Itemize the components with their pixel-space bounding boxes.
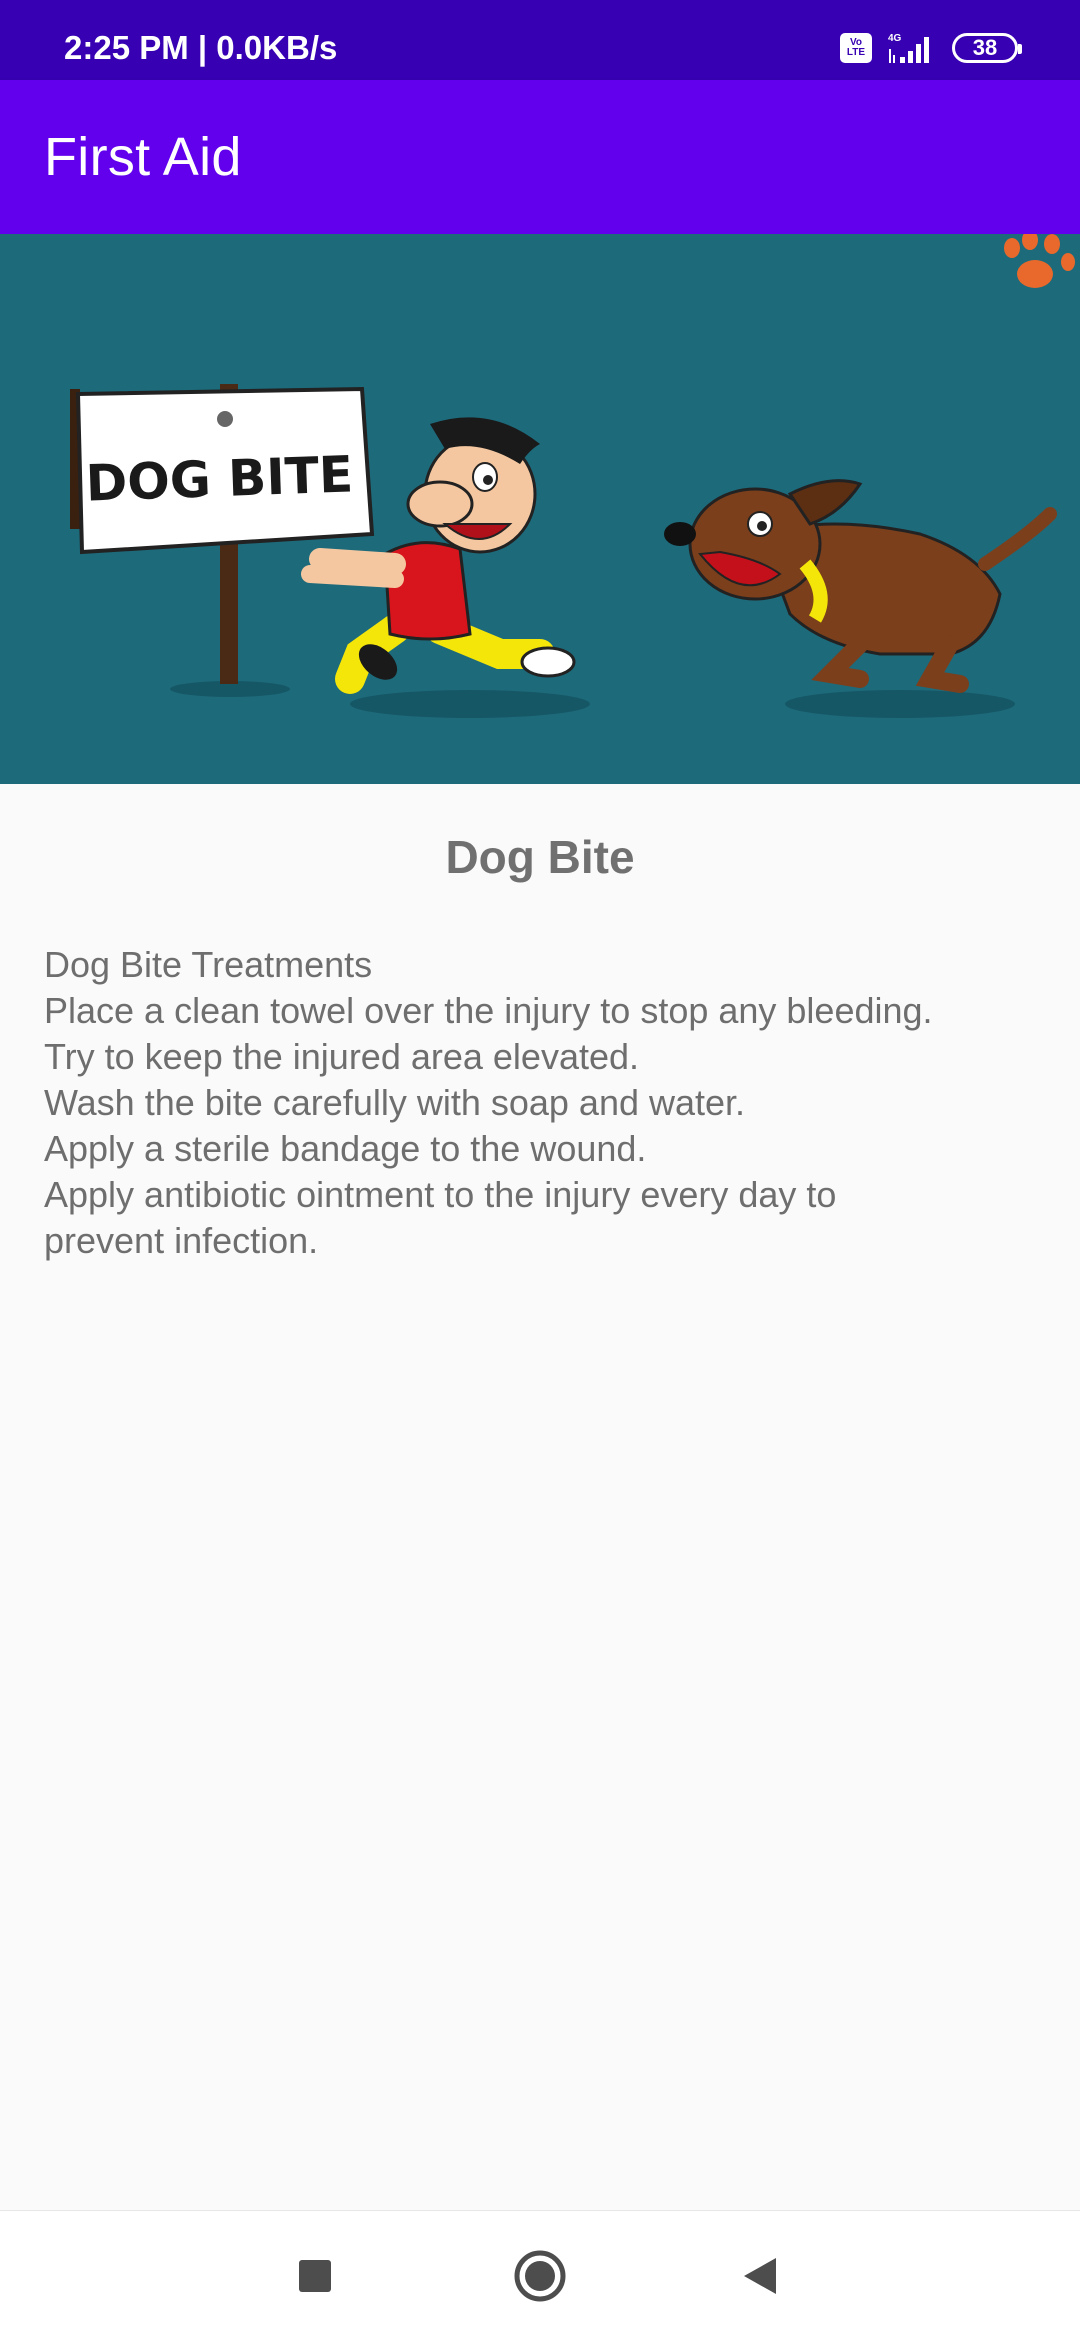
- status-bar: 2:25 PM | 0.0KB/s Vo LTE 4G 38: [0, 0, 1080, 80]
- article-line: Place a clean towel over the injury to s…: [44, 990, 933, 1031]
- system-nav-bar: [0, 2210, 1080, 2340]
- sign-text: DOG BITE: [85, 445, 354, 512]
- article-line: Try to keep the injured area elevated.: [44, 1036, 640, 1077]
- recent-apps-button[interactable]: [255, 2211, 375, 2340]
- dog-bite-illustration: DOG BITE: [0, 234, 1080, 784]
- network-type-label: 4G: [888, 33, 902, 44]
- article-body: Dog Bite Treatments Place a clean towel …: [44, 942, 1044, 1264]
- signal-icon: 4G: [886, 31, 938, 65]
- battery-icon: 38: [952, 33, 1022, 63]
- article-line: Apply a sterile bandage to the wound.: [44, 1128, 647, 1169]
- back-button[interactable]: [700, 2211, 820, 2340]
- article-line: Dog Bite Treatments: [44, 944, 373, 985]
- back-icon: [744, 2258, 776, 2294]
- app-title: First Aid: [44, 127, 242, 187]
- home-button[interactable]: [480, 2211, 600, 2340]
- battery-level: 38: [972, 35, 998, 60]
- status-icons: Vo LTE 4G 38: [840, 30, 1022, 66]
- recent-apps-icon: [299, 2260, 331, 2292]
- article-line: Wash the bite carefully with soap and wa…: [44, 1082, 746, 1123]
- hero-image: DOG BITE: [0, 234, 1080, 784]
- home-icon: [514, 2250, 566, 2302]
- volte-icon: Vo LTE: [840, 33, 872, 63]
- article-line: Apply antibiotic ointment to the injury …: [44, 1174, 837, 1261]
- app-bar: First Aid: [0, 80, 1080, 234]
- article-title: Dog Bite: [445, 831, 635, 883]
- screen: 2:25 PM | 0.0KB/s Vo LTE 4G 38 First Aid: [0, 0, 1080, 2340]
